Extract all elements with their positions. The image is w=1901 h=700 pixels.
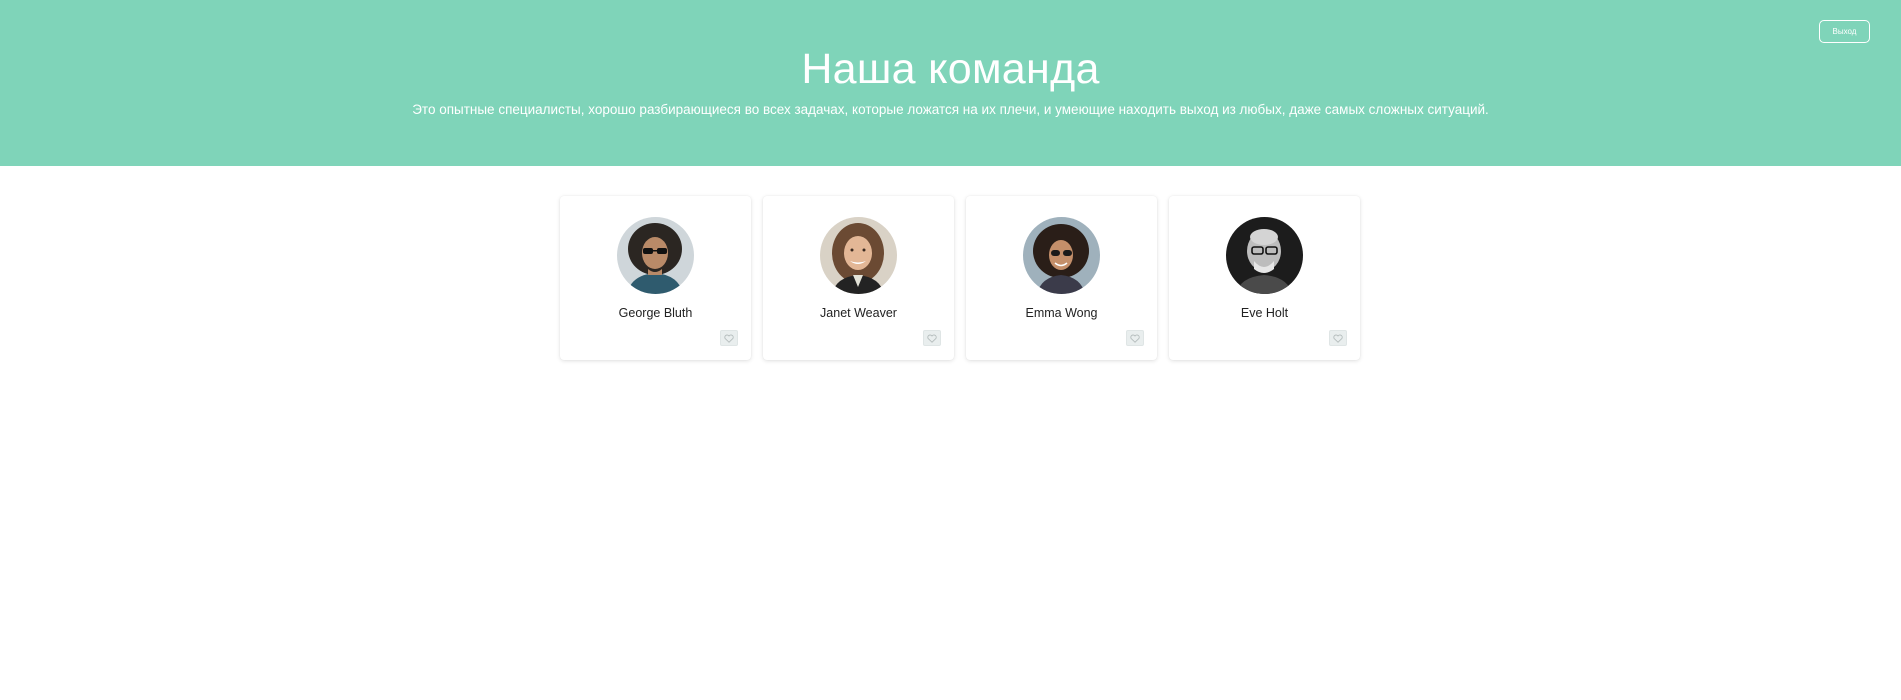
heart-outline-icon	[724, 331, 734, 346]
like-button[interactable]	[720, 330, 738, 346]
avatar	[1023, 217, 1100, 294]
team-card[interactable]: George Bluth	[560, 196, 751, 360]
team-list: George Bluth Janet Weaver Emma Wong Eve …	[560, 196, 1360, 360]
heart-outline-icon	[927, 331, 937, 346]
logout-button[interactable]: Выход	[1819, 20, 1870, 43]
team-card[interactable]: Janet Weaver	[763, 196, 954, 360]
member-name: Janet Weaver	[820, 306, 897, 320]
avatar	[1226, 217, 1303, 294]
like-button[interactable]	[1329, 330, 1347, 346]
member-name: George Bluth	[618, 306, 693, 320]
avatar	[820, 217, 897, 294]
page-subtitle: Это опытные специалисты, хорошо разбираю…	[412, 102, 1489, 117]
team-card[interactable]: Emma Wong	[966, 196, 1157, 360]
member-name: Emma Wong	[1025, 306, 1098, 320]
member-name: Eve Holt	[1240, 306, 1289, 320]
page-title: Наша команда	[801, 45, 1100, 93]
like-button[interactable]	[923, 330, 941, 346]
like-button[interactable]	[1126, 330, 1144, 346]
team-card[interactable]: Eve Holt	[1169, 196, 1360, 360]
avatar	[617, 217, 694, 294]
heart-outline-icon	[1130, 331, 1140, 346]
page-header: Наша команда Это опытные специалисты, хо…	[0, 0, 1901, 166]
heart-outline-icon	[1333, 331, 1343, 346]
